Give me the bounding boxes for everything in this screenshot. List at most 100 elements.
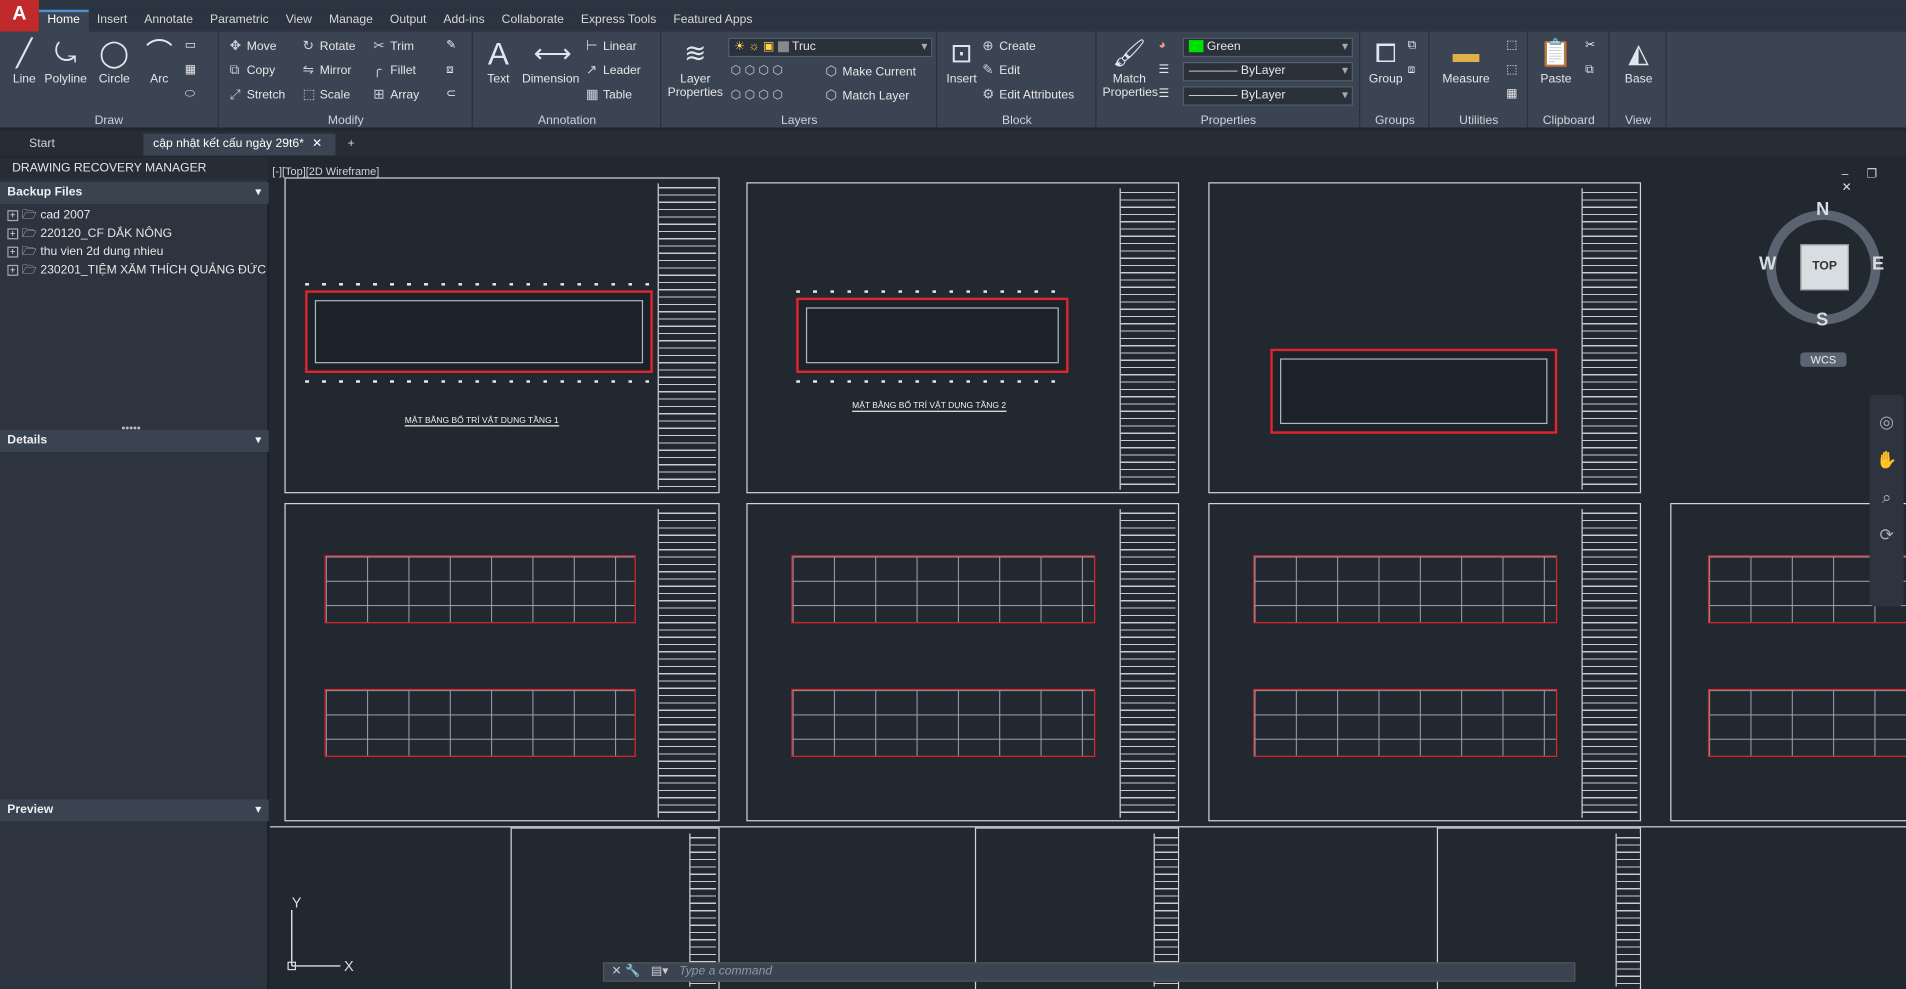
- linetype-dropdown[interactable]: ———— ByLayer: [1182, 61, 1353, 82]
- wcs-menu[interactable]: WCS: [1800, 352, 1847, 367]
- layer-properties-button[interactable]: ≋ Layer Properties: [667, 36, 723, 100]
- tab-parametric[interactable]: Parametric: [201, 10, 277, 32]
- arc-button[interactable]: ⌒ Arc: [135, 36, 184, 87]
- tab-add-ins[interactable]: Add-ins: [435, 10, 493, 32]
- trim-button[interactable]: ✂ Trim: [373, 36, 414, 55]
- block-panel-title[interactable]: Block: [938, 114, 1095, 127]
- match-layer-button[interactable]: ⬡ Match Layer: [825, 86, 909, 105]
- text-button[interactable]: A Text: [474, 36, 523, 86]
- cut-icon[interactable]: ✂: [1585, 36, 1595, 55]
- tab-annotate[interactable]: Annotate: [136, 10, 202, 32]
- lineweight-dropdown[interactable]: ———— ByLayer: [1182, 86, 1353, 106]
- autocad-logo-icon[interactable]: A: [0, 0, 39, 32]
- tab-output[interactable]: Output: [381, 10, 435, 32]
- viewcube-top-face[interactable]: TOP: [1800, 244, 1849, 291]
- tab-insert[interactable]: Insert: [88, 10, 135, 32]
- layer-tools-row2[interactable]: ⬡ ⬡ ⬡ ⬡: [731, 86, 784, 105]
- tab-view[interactable]: View: [277, 10, 320, 32]
- command-line[interactable]: ✕ 🔧 ▤▾ Type a command: [602, 962, 1576, 982]
- orbit-icon[interactable]: ⟳: [1870, 525, 1904, 546]
- ungroup-icon[interactable]: ⧉: [1408, 36, 1417, 55]
- viewcube[interactable]: TOP N S E W: [1759, 199, 1884, 330]
- edit-button[interactable]: ✎ Edit: [982, 61, 1020, 80]
- active-drawing-tab[interactable]: cập nhật kết cấu ngày 29t6* ✕: [143, 133, 336, 156]
- table-button[interactable]: ▦ Table: [586, 85, 632, 104]
- scale-button[interactable]: ⬚ Scale: [303, 85, 350, 104]
- color-dropdown[interactable]: Green: [1182, 37, 1353, 58]
- select-icon[interactable]: ⬚: [1506, 36, 1517, 55]
- properties-panel-title[interactable]: Properties: [1098, 114, 1359, 127]
- tab-express-tools[interactable]: Express Tools: [572, 10, 664, 32]
- move-button[interactable]: ✥ Move: [230, 36, 277, 55]
- measure-button[interactable]: ▬ Measure: [1438, 36, 1494, 87]
- insert-button[interactable]: ⊡ Insert: [941, 36, 982, 87]
- layers-panel-title[interactable]: Layers: [663, 114, 937, 127]
- edit-attributes-button[interactable]: ⚙ Edit Attributes: [982, 85, 1074, 104]
- viewport-window-controls[interactable]: ‒ ❐ ✕: [1842, 168, 1906, 195]
- tab-home[interactable]: Home: [38, 9, 89, 32]
- utilities-panel-title[interactable]: Utilities: [1431, 114, 1527, 127]
- tab-featured-apps[interactable]: Featured Apps: [665, 10, 761, 32]
- base-view-button[interactable]: ◭ Base: [1614, 36, 1663, 87]
- backup-files-header[interactable]: Backup Files ▾: [0, 182, 269, 205]
- copy-clip-icon[interactable]: ⧉: [1585, 61, 1594, 80]
- backup-file-item[interactable]: + 🗁 220120_CF DẮK NÔNG: [7, 225, 267, 243]
- viewport-label[interactable]: [-][Top][2D Wireframe]: [272, 165, 379, 177]
- create-button[interactable]: ⊕ Create: [982, 36, 1036, 55]
- match-properties-button[interactable]: 🖌 Match Properties: [1103, 36, 1158, 100]
- close-tab-icon[interactable]: ✕: [312, 137, 322, 150]
- start-tab[interactable]: Start: [19, 134, 64, 156]
- polyline-button[interactable]: ⤿ Polyline: [40, 36, 91, 87]
- compass-west[interactable]: W: [1759, 254, 1776, 275]
- preview-header[interactable]: Preview ▾: [0, 799, 269, 822]
- pan-icon[interactable]: ✋: [1870, 450, 1904, 471]
- backup-file-item[interactable]: + 🗁 cad 2007: [7, 207, 267, 225]
- color-wheel-icon[interactable]: ◕: [1158, 36, 1165, 55]
- command-input[interactable]: Type a command: [672, 965, 772, 978]
- group-edit-icon[interactable]: ⧈: [1408, 61, 1416, 80]
- backup-file-item[interactable]: + 🗁 230201_TIỆM XĂM THÍCH QUẢNG ĐỨC , BÌ: [7, 261, 267, 279]
- circle-button[interactable]: ◯ Circle: [90, 36, 139, 87]
- make-current-button[interactable]: ⬡ Make Current: [825, 62, 916, 81]
- draw-panel-title[interactable]: Draw: [0, 114, 218, 127]
- explode-icon[interactable]: ⧈: [446, 61, 454, 80]
- expand-icon[interactable]: +: [7, 210, 19, 221]
- modify-panel-title[interactable]: Modify: [220, 114, 472, 127]
- layer-dropdown[interactable]: ☀ ☼ ▣ Truc: [728, 37, 933, 58]
- rectangle-icon[interactable]: ▭: [185, 36, 196, 55]
- view-panel-title[interactable]: View: [1611, 114, 1666, 127]
- paste-button[interactable]: 📋 Paste: [1532, 36, 1581, 87]
- details-header[interactable]: Details ▾: [0, 430, 269, 452]
- compass-north[interactable]: N: [1816, 199, 1829, 220]
- copy-button[interactable]: ⧉ Copy: [230, 61, 275, 80]
- compass-east[interactable]: E: [1872, 254, 1884, 275]
- erase-icon[interactable]: ✎: [446, 36, 456, 55]
- quick-select-icon[interactable]: ⬚: [1506, 61, 1517, 80]
- clipboard-panel-title[interactable]: Clipboard: [1529, 114, 1608, 127]
- annotation-panel-title[interactable]: Annotation: [474, 114, 660, 127]
- array-button[interactable]: ⊞ Array: [373, 85, 419, 104]
- group-button[interactable]: ⧠ Group: [1361, 36, 1410, 87]
- stretch-button[interactable]: ⤢ Stretch: [230, 85, 286, 104]
- ellipse-icon[interactable]: ⬭: [185, 85, 195, 104]
- mirror-button[interactable]: ⇋ Mirror: [303, 61, 352, 80]
- linear-button[interactable]: ⊢ Linear: [586, 36, 637, 55]
- zoom-icon[interactable]: ⌕: [1870, 487, 1904, 508]
- command-history-icon[interactable]: ▤▾: [651, 965, 669, 978]
- rotate-button[interactable]: ↻ Rotate: [303, 36, 356, 55]
- drawing-canvas[interactable]: [-][Top][2D Wireframe] MẶT BẰNG BỐ TRÍ V…: [269, 157, 1906, 989]
- expand-icon[interactable]: +: [7, 264, 19, 276]
- groups-panel-title[interactable]: Groups: [1361, 114, 1428, 127]
- layer-tools-row1[interactable]: ⬡ ⬡ ⬡ ⬡: [731, 62, 784, 81]
- dimension-button[interactable]: ⟷ Dimension: [518, 36, 584, 87]
- fillet-button[interactable]: ╭ Fillet: [373, 61, 416, 80]
- new-tab-icon[interactable]: +: [338, 134, 365, 156]
- expand-icon[interactable]: +: [7, 246, 19, 258]
- steering-wheel-icon[interactable]: ◎: [1870, 412, 1904, 433]
- expand-icon[interactable]: +: [7, 228, 19, 240]
- backup-file-item[interactable]: + 🗁 thu vien 2d dung nhieu: [7, 243, 267, 261]
- tab-manage[interactable]: Manage: [320, 10, 381, 32]
- leader-button[interactable]: ↗ Leader: [586, 61, 641, 80]
- hatch-icon[interactable]: ▦: [185, 61, 196, 80]
- calculator-icon[interactable]: ▦: [1506, 85, 1517, 104]
